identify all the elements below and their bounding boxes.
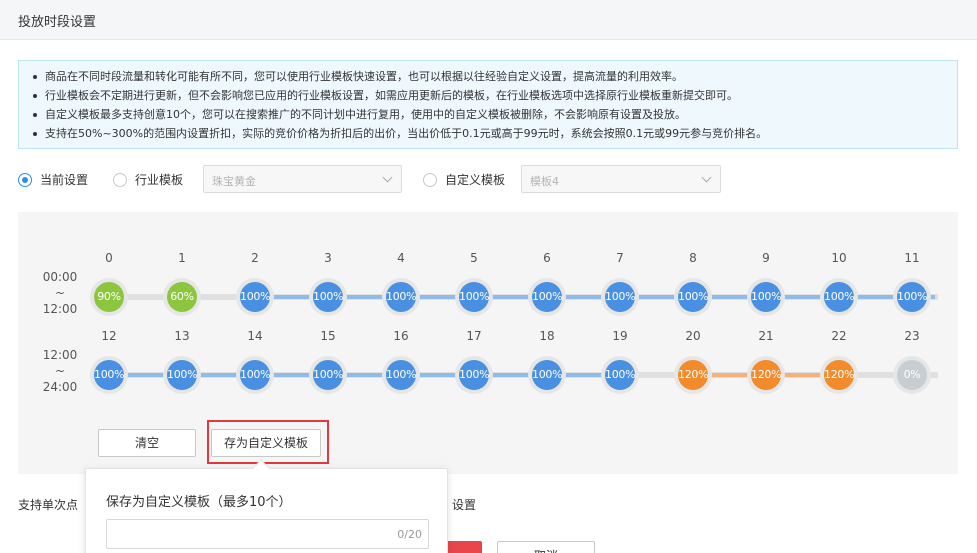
save-template-popover: 保存为自定义模板（最多10个） 0/20 xyxy=(85,468,448,553)
time-slot-22[interactable]: 120% xyxy=(820,356,858,394)
time-slot-12[interactable]: 100% xyxy=(90,356,128,394)
time-slot-5[interactable]: 100% xyxy=(455,278,493,316)
tip-item: 行业模板会不定期进行更新，但不会影响您已应用的行业模板设置，如需应用更新后的模板… xyxy=(31,86,957,105)
hour-label: 1 xyxy=(178,251,186,265)
char-counter: 0/20 xyxy=(397,528,422,541)
footer-hint-right: 设置 xyxy=(452,498,477,512)
template-options: 当前设置 行业模板 珠宝黄金 自定义模板 模板4 xyxy=(18,165,958,193)
bullet-icon xyxy=(33,75,37,79)
tip-item: 支持在50%~300%的范围内设置折扣，实际的竞价价格为折扣后的出价，当出价低于… xyxy=(31,124,957,143)
tips-box: 商品在不同时段流量和转化可能有所不同，您可以使用行业模板快速设置，也可以根据以往… xyxy=(18,60,958,149)
time-slot-13[interactable]: 100% xyxy=(163,356,201,394)
row1-time-range: 00:00 ~ 12:00 xyxy=(42,270,78,316)
popover-title: 保存为自定义模板（最多10个） xyxy=(106,495,292,510)
time-slot-21[interactable]: 120% xyxy=(747,356,785,394)
time-slot-1[interactable]: 60% xyxy=(163,278,201,316)
hour-label: 3 xyxy=(324,251,332,265)
hour-label: 7 xyxy=(616,251,624,265)
chevron-down-icon xyxy=(382,172,393,183)
page-header: 投放时段设置 xyxy=(0,0,977,40)
bullet-icon xyxy=(33,113,37,117)
time-slot-7[interactable]: 100% xyxy=(601,278,639,316)
custom-select-value: 模板4 xyxy=(530,175,559,188)
clear-button[interactable]: 清空 xyxy=(98,429,196,457)
hour-label: 10 xyxy=(831,251,847,265)
radio-industry-label: 行业模板 xyxy=(135,173,184,187)
schedule-panel: 00:00 ~ 12:00 12:00 ~ 24:00 0 1 2 3 4 5 … xyxy=(18,212,958,474)
hour-label: 2 xyxy=(251,251,259,265)
tip-item: 自定义模板最多支持创意10个，您可以在搜索推广的不同计划中进行复用，使用中的自定… xyxy=(31,105,957,124)
row2-time-range: 12:00 ~ 24:00 xyxy=(42,348,78,394)
hour-label: 6 xyxy=(543,251,551,265)
hour-label: 20 xyxy=(685,329,701,343)
hour-label: 0 xyxy=(105,251,113,265)
hour-label: 5 xyxy=(470,251,478,265)
time-slot-8[interactable]: 100% xyxy=(674,278,712,316)
hour-label: 16 xyxy=(393,329,409,343)
time-slot-0[interactable]: 90% xyxy=(90,278,128,316)
hour-label: 9 xyxy=(762,251,770,265)
radio-custom-template[interactable] xyxy=(423,173,437,187)
radio-current-label: 当前设置 xyxy=(40,173,89,187)
industry-select-value: 珠宝黄金 xyxy=(212,175,256,188)
industry-template-select[interactable]: 珠宝黄金 xyxy=(203,165,402,193)
chevron-down-icon xyxy=(701,172,712,183)
time-slot-2[interactable]: 100% xyxy=(236,278,274,316)
time-slot-14[interactable]: 100% xyxy=(236,356,274,394)
hour-label: 4 xyxy=(397,251,405,265)
radio-industry-template[interactable] xyxy=(113,173,127,187)
time-slot-4[interactable]: 100% xyxy=(382,278,420,316)
hour-label: 8 xyxy=(689,251,697,265)
cancel-button[interactable]: 取消 xyxy=(497,541,595,553)
hour-label: 23 xyxy=(904,329,920,343)
time-slot-16[interactable]: 100% xyxy=(382,356,420,394)
tip-item: 商品在不同时段流量和转化可能有所不同，您可以使用行业模板快速设置，也可以根据以往… xyxy=(31,67,957,86)
bullet-icon xyxy=(33,94,37,98)
page-title: 投放时段设置 xyxy=(18,15,97,30)
time-slot-19[interactable]: 100% xyxy=(601,356,639,394)
time-slot-20[interactable]: 120% xyxy=(674,356,712,394)
highlight-box xyxy=(207,420,329,464)
bullet-icon xyxy=(33,132,37,136)
hour-label: 22 xyxy=(831,329,847,343)
hour-label: 17 xyxy=(466,329,482,343)
custom-template-select[interactable]: 模板4 xyxy=(521,165,721,193)
time-slot-23[interactable]: 0% xyxy=(893,356,931,394)
hour-label: 15 xyxy=(320,329,336,343)
time-slot-10[interactable]: 100% xyxy=(820,278,858,316)
hour-label: 18 xyxy=(539,329,555,343)
radio-custom-label: 自定义模板 xyxy=(445,173,506,187)
hour-label: 21 xyxy=(758,329,774,343)
time-slot-18[interactable]: 100% xyxy=(528,356,566,394)
time-slot-15[interactable]: 100% xyxy=(309,356,347,394)
footer-hint-left: 支持单次点 xyxy=(18,498,79,512)
hour-label: 12 xyxy=(101,329,117,343)
time-slot-3[interactable]: 100% xyxy=(309,278,347,316)
hour-label: 19 xyxy=(612,329,628,343)
time-slot-17[interactable]: 100% xyxy=(455,356,493,394)
hour-label: 14 xyxy=(247,329,263,343)
hour-label: 11 xyxy=(904,251,920,265)
time-slot-9[interactable]: 100% xyxy=(747,278,785,316)
hour-label: 13 xyxy=(174,329,190,343)
radio-current-setting[interactable] xyxy=(18,173,32,187)
template-name-input[interactable]: 0/20 xyxy=(106,519,429,549)
time-slot-11[interactable]: 100% xyxy=(893,278,931,316)
time-slot-6[interactable]: 100% xyxy=(528,278,566,316)
